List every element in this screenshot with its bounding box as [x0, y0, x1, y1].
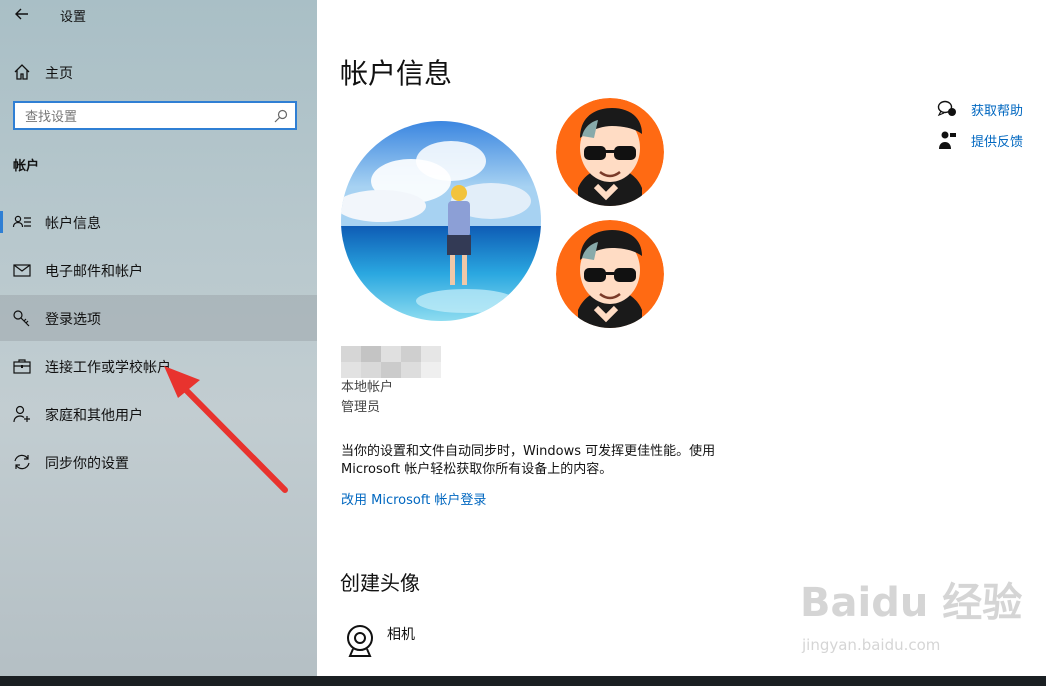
back-arrow-icon[interactable] — [12, 4, 32, 24]
sidebar-item-label: 电子邮件和帐户 — [45, 264, 143, 280]
account-avatar — [341, 121, 541, 321]
switch-to-microsoft-account-link[interactable]: 改用 Microsoft 帐户登录 — [341, 489, 486, 508]
account-type: 本地帐户 — [341, 380, 394, 395]
title-bar: 设置 — [0, 0, 317, 30]
feedback-icon — [939, 131, 956, 149]
taskbar-edge — [0, 676, 1046, 686]
account-info-icon — [12, 215, 31, 228]
cartoon-avatar-image — [556, 98, 664, 206]
key-icon — [13, 310, 30, 327]
section-title: 帐户 — [13, 159, 40, 174]
red-arrow-annotation — [164, 366, 288, 493]
selection-indicator — [0, 211, 3, 233]
sync-icon — [14, 454, 30, 470]
recent-avatar[interactable] — [556, 98, 664, 206]
home-icon — [14, 64, 30, 80]
mail-icon — [13, 264, 31, 277]
briefcase-icon — [13, 359, 31, 374]
account-role: 管理员 — [341, 400, 381, 415]
feedback-label: 提供反馈 — [971, 135, 1024, 150]
page-title: 帐户信息 — [340, 57, 453, 90]
recent-avatar[interactable] — [556, 220, 664, 328]
sidebar-item-label: 登录选项 — [45, 312, 101, 328]
chat-help-icon — [937, 100, 956, 117]
feedback-link[interactable]: 提供反馈 — [937, 130, 1046, 152]
app-title: 设置 — [60, 10, 87, 25]
watermark-url: jingyan.baidu.com — [802, 636, 941, 654]
camera-label: 相机 — [387, 627, 415, 643]
sidebar-home[interactable]: 主页 — [0, 56, 317, 88]
avatar-image — [341, 121, 541, 321]
create-avatar-title: 创建头像 — [340, 571, 420, 595]
sidebar-item-account-info[interactable]: 帐户信息 — [0, 199, 317, 245]
watermark: Baidu 经验 jingyan.baidu.com — [800, 570, 1040, 670]
sidebar-item-label: 家庭和其他用户 — [45, 408, 143, 424]
get-help-label: 获取帮助 — [971, 104, 1024, 119]
sidebar-item-label: 同步你的设置 — [45, 456, 129, 472]
sidebar-item-email[interactable]: 电子邮件和帐户 — [0, 247, 317, 293]
sidebar: 设置 主页 帐户 帐户信息 电子邮件和帐户 — [0, 0, 317, 686]
get-help-link[interactable]: 获取帮助 — [937, 99, 1046, 121]
person-add-icon — [13, 405, 30, 423]
cartoon-avatar-image — [556, 220, 664, 328]
search-box[interactable] — [13, 101, 297, 130]
search-input[interactable] — [23, 106, 267, 128]
sidebar-home-label: 主页 — [45, 66, 73, 82]
blurred-username — [341, 346, 441, 378]
sidebar-item-sign-in[interactable]: 登录选项 — [0, 295, 317, 341]
sidebar-item-label: 帐户信息 — [45, 216, 101, 232]
sync-description: 当你的设置和文件自动同步时，Windows 可发挥更佳性能。使用 Microso… — [341, 444, 716, 477]
watermark-brand: Baidu 经验 — [800, 580, 1023, 626]
search-icon[interactable] — [273, 108, 289, 124]
camera-option[interactable]: 相机 — [343, 622, 463, 662]
camera-icon — [347, 625, 373, 657]
